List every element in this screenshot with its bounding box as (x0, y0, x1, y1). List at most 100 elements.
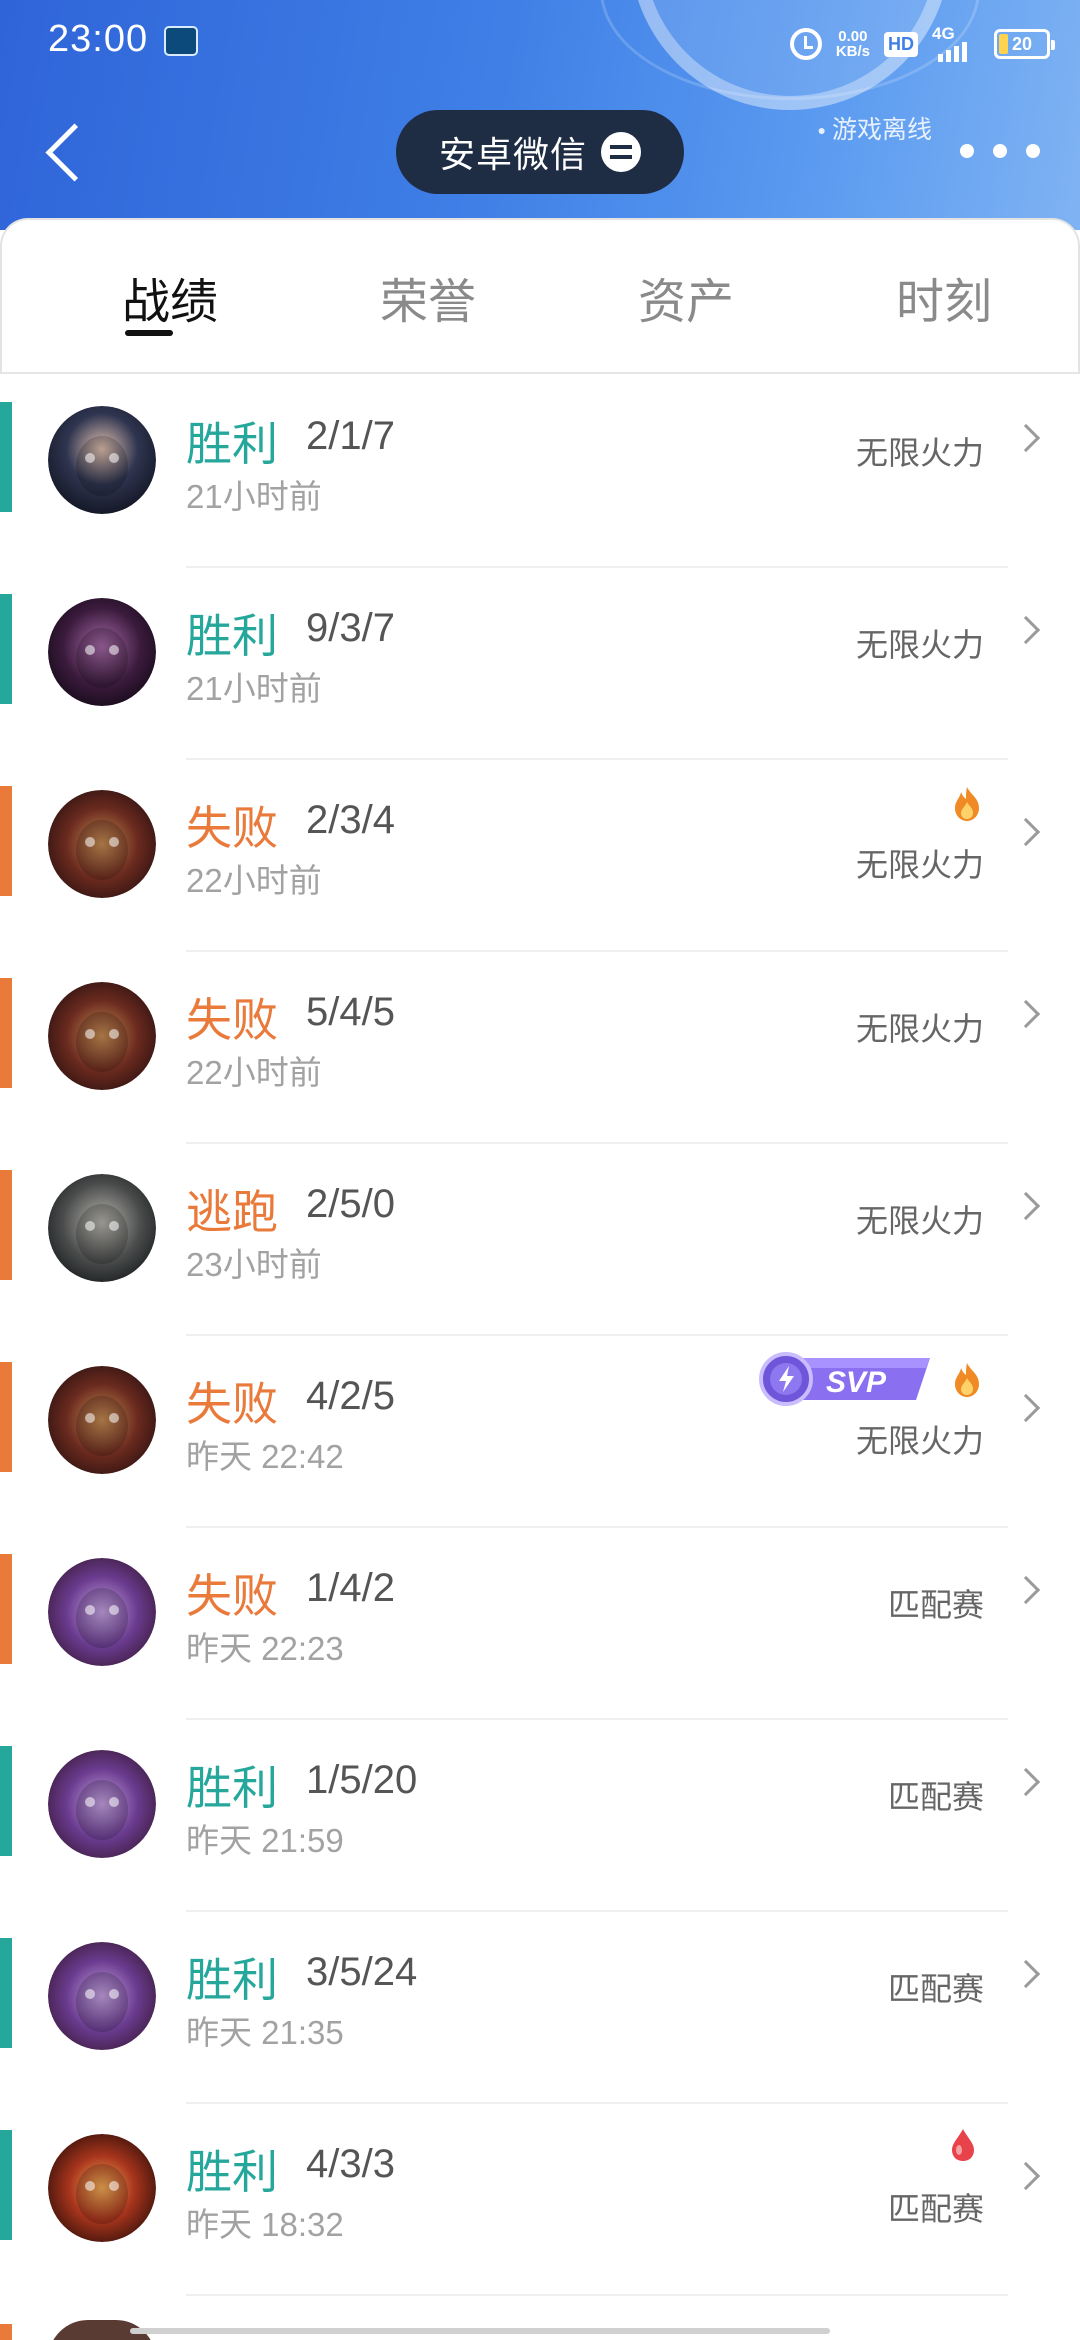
profile-header: 23:00 0.00 KB/s HD 4G 20 游戏离线 安卓微信 (0, 0, 1080, 230)
match-row[interactable]: 逃跑 2/5/0 23小时前 无限火力 (0, 1144, 1080, 1336)
champion-avatar (48, 1558, 156, 1666)
tab-honor[interactable]: 荣誉 (328, 262, 528, 332)
match-row[interactable]: 失败 2/3/4 22小时前 无限火力 (0, 760, 1080, 952)
result-indicator-bar (0, 1362, 12, 1472)
match-result: 失败 (186, 994, 278, 1046)
network-speed-unit: KB/s (835, 43, 870, 60)
match-time: 昨天 21:59 (186, 1822, 344, 1859)
fire-icon (952, 1362, 982, 1398)
chevron-right-icon (1011, 2161, 1041, 2191)
match-time: 昨天 18:32 (186, 2206, 344, 2243)
match-row[interactable]: 胜利 1/5/20 昨天 21:59 匹配赛 (0, 1720, 1080, 1912)
more-options-button[interactable] (960, 136, 1040, 166)
chevron-right-icon (1011, 1191, 1041, 1221)
battery-icon: 20 (994, 29, 1055, 59)
game-mode: 无限火力 (855, 1423, 984, 1459)
signal-icon: 4G (932, 24, 980, 62)
hd-voice-icon: HD (884, 31, 918, 57)
chevron-right-icon (1011, 615, 1041, 645)
chevron-right-icon (1011, 999, 1041, 1029)
chevron-right-icon (1011, 1959, 1041, 1989)
champion-avatar (48, 1942, 156, 2050)
match-kda: 2/5/0 (306, 1182, 395, 1226)
switch-account-icon (601, 132, 641, 172)
match-kda: 4/2/5 (306, 1374, 395, 1418)
status-bar: 23:00 0.00 KB/s HD 4G 20 (0, 0, 1080, 86)
champion-avatar (48, 406, 156, 514)
tab-match-record[interactable]: 战绩 (70, 262, 270, 332)
match-time: 昨天 22:23 (186, 1630, 344, 1667)
champion-avatar (48, 2134, 156, 2242)
match-result: 胜利 (186, 1762, 278, 1814)
chevron-right-icon (1011, 1575, 1041, 1605)
alarm-icon (789, 28, 822, 60)
match-time: 23小时前 (186, 1246, 322, 1283)
game-mode: 匹配赛 (887, 1587, 984, 1623)
match-time: 昨天 22:42 (186, 1438, 344, 1475)
match-row[interactable]: 失败 5/4/5 22小时前 无限火力 (0, 952, 1080, 1144)
match-result: 失败 (186, 1378, 278, 1430)
match-result: 失败 (186, 1570, 278, 1622)
result-indicator-bar (0, 594, 12, 704)
tab-moments[interactable]: 时刻 (844, 262, 1044, 332)
account-name: 安卓微信 (438, 134, 587, 175)
match-kda: 3/5/24 (306, 1950, 418, 1994)
account-switch-button[interactable]: 安卓微信 (396, 110, 684, 194)
match-row[interactable]: 胜利 2/1/7 21小时前 无限火力 (0, 376, 1080, 568)
game-offline-status: 游戏离线 (818, 110, 932, 146)
match-row[interactable]: 失败 4/2/5 昨天 22:42 无限火力 SVP (0, 1336, 1080, 1528)
result-indicator-bar (0, 402, 12, 512)
svp-badge: SVP (756, 1350, 930, 1408)
match-row[interactable]: 胜利 3/5/24 昨天 21:35 匹配赛 (0, 1912, 1080, 2104)
game-mode: 无限火力 (855, 847, 984, 883)
game-mode: 无限火力 (855, 1203, 984, 1239)
champion-avatar (48, 1750, 156, 1858)
match-kda: 1/4/2 (306, 1566, 395, 1610)
result-indicator-bar (0, 978, 12, 1088)
network-type: 4G (932, 24, 955, 43)
champion-avatar (48, 598, 156, 706)
match-result: 失败 (186, 802, 278, 854)
game-mode: 无限火力 (855, 1011, 984, 1047)
next-row-partial (0, 2318, 1080, 2340)
notification-app-icon (164, 26, 198, 56)
chevron-right-icon (1011, 1393, 1041, 1423)
game-mode: 无限火力 (855, 435, 984, 471)
match-kda: 2/3/4 (306, 798, 395, 842)
back-button[interactable] (40, 118, 90, 188)
match-kda: 2/1/7 (306, 414, 395, 458)
row-divider (186, 2294, 1008, 2296)
result-indicator-bar (0, 1938, 12, 2048)
tab-assets[interactable]: 资产 (586, 262, 786, 332)
match-result: 胜利 (186, 1954, 278, 2006)
status-indicators: 0.00 KB/s HD 4G 20 (789, 22, 1055, 66)
match-result: 逃跑 (186, 1186, 278, 1238)
fire-icon (952, 786, 982, 822)
match-kda: 5/4/5 (306, 990, 395, 1034)
match-result: 胜利 (186, 2146, 278, 2198)
result-indicator-bar (0, 1170, 12, 1280)
match-kda: 1/5/20 (306, 1758, 418, 1802)
match-row[interactable]: 胜利 4/3/3 昨天 18:32 匹配赛 (0, 2104, 1080, 2296)
match-time: 22小时前 (186, 1054, 322, 1091)
chevron-right-icon (1011, 423, 1041, 453)
match-kda: 9/3/7 (306, 606, 395, 650)
blood-drop-icon (950, 2128, 976, 2162)
result-indicator-bar (0, 2130, 12, 2240)
champion-avatar (48, 1174, 156, 1282)
result-indicator-bar (0, 1746, 12, 1856)
match-time: 21小时前 (186, 670, 322, 707)
result-indicator-bar (0, 1554, 12, 1664)
tab-bar: 战绩 荣誉 资产 时刻 (0, 218, 1080, 374)
battery-level: 20 (1011, 33, 1033, 54)
match-kda: 4/3/3 (306, 2142, 395, 2186)
match-time: 21小时前 (186, 478, 322, 515)
chevron-right-icon (1011, 817, 1041, 847)
match-row[interactable]: 失败 1/4/2 昨天 22:23 匹配赛 (0, 1528, 1080, 1720)
game-mode: 匹配赛 (887, 2191, 984, 2227)
match-result: 胜利 (186, 610, 278, 662)
match-time: 22小时前 (186, 862, 322, 899)
match-row[interactable]: 胜利 9/3/7 21小时前 无限火力 (0, 568, 1080, 760)
status-time: 23:00 (48, 18, 149, 60)
champion-avatar (48, 1366, 156, 1474)
